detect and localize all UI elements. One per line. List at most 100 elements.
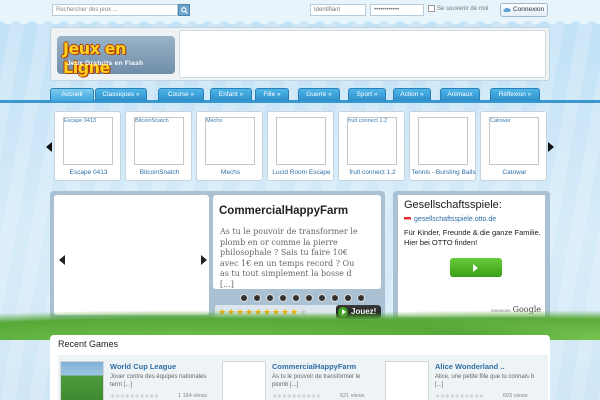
- ad-title[interactable]: Gesellschaftsspiele:: [404, 199, 502, 211]
- ad-box: Gesellschaftsspiele: gesellschaftsspiele…: [393, 191, 550, 321]
- nav-item-enfant[interactable]: Enfant »: [210, 88, 252, 101]
- carousel-prev-arrow-icon[interactable]: [46, 142, 52, 152]
- recent-game-item: CommercialHappyFarm As tu le pouvoir de …: [220, 357, 380, 400]
- game-thumbnail[interactable]: [347, 117, 397, 165]
- slider-prev-arrow-icon[interactable]: [59, 255, 65, 265]
- featured-slider: CommercialHappyFarm As tu le pouvoir de …: [50, 191, 385, 321]
- game-card[interactable]: fruit connect 1.2 fruit connect 1.2: [338, 111, 405, 181]
- slider-dot[interactable]: [292, 294, 300, 302]
- game-thumb-label: Escape 0413: [64, 118, 97, 124]
- game-card[interactable]: Lucid Room Escape: [267, 111, 334, 181]
- game-card[interactable]: Catowar Catowar: [480, 111, 547, 181]
- recent-game-thumbnail[interactable]: [385, 361, 429, 400]
- nav-item-classiques[interactable]: Classiques »: [95, 88, 147, 101]
- site-logo[interactable]: Jeux en Ligne Jeux Gratuits en Flash: [57, 36, 175, 77]
- nav-item-reflexion[interactable]: Réflexion »: [490, 88, 540, 101]
- game-thumbnail[interactable]: [134, 117, 184, 165]
- game-name-link[interactable]: Lucid Room Escape: [268, 169, 335, 176]
- recent-game-desc: Jouer contre des équipes nationales term…: [110, 374, 207, 388]
- nav-item-course[interactable]: Course »: [158, 88, 204, 101]
- header-banner-ad: [179, 30, 546, 78]
- game-thumbnail[interactable]: [418, 117, 468, 165]
- ad-url[interactable]: gesellschaftsspiele.otto.de: [404, 216, 496, 223]
- recent-game-name[interactable]: Alice Wonderland ..: [435, 362, 504, 371]
- featured-text-panel: CommercialHappyFarm As tu le pouvoir de …: [213, 195, 381, 289]
- recent-game-desc: Alice, une petite fille que tu connais b…: [435, 374, 535, 388]
- game-card[interactable]: Escape 0413 Escape 0413: [54, 111, 121, 181]
- game-thumb-label: BitcoinSnatch: [135, 118, 169, 124]
- cloud-icon: [503, 7, 511, 12]
- logo-title: Jeux en Ligne: [63, 39, 126, 77]
- recent-game-rating[interactable]: ★★★★★★★★★★: [272, 393, 321, 400]
- recent-games-title: Recent Games: [58, 339, 119, 349]
- ad-url-text: gesellschaftsspiele.otto.de: [414, 216, 497, 223]
- nav-item-guerre[interactable]: Guerre »: [298, 88, 340, 101]
- recent-game-views: 1 184 views: [178, 393, 208, 399]
- game-thumb-label: fruit connect 1.2: [348, 118, 388, 124]
- featured-image[interactable]: [54, 195, 209, 315]
- recent-game-rating[interactable]: ★★★★★★★★★★: [110, 393, 159, 400]
- ad-go-button[interactable]: [450, 258, 502, 277]
- recent-game-rating[interactable]: ★★★★★★★★★★: [435, 393, 484, 400]
- slider-dot[interactable]: [318, 294, 326, 302]
- logo-subtitle: Jeux Gratuits en Flash: [67, 60, 144, 67]
- search-input[interactable]: Rechercher des jeux ...: [52, 4, 178, 16]
- username-field[interactable]: Identifiant: [310, 4, 366, 16]
- recent-game-name[interactable]: CommercialHappyFarm: [272, 362, 356, 371]
- remember-checkbox[interactable]: [428, 5, 435, 12]
- recent-game-views: 621 views: [340, 393, 365, 399]
- slider-dot[interactable]: [331, 294, 339, 302]
- recent-game-views: 603 views: [503, 393, 528, 399]
- game-name-link[interactable]: Catowar: [481, 169, 548, 176]
- nav-item-accueil[interactable]: Accueil: [50, 88, 94, 101]
- recent-games-section: Recent Games World Cup League Jouer cont…: [50, 335, 550, 400]
- game-name-link[interactable]: fruit connect 1.2: [339, 169, 406, 176]
- ad-content[interactable]: Gesellschaftsspiele: gesellschaftsspiele…: [398, 195, 545, 317]
- search-icon: [181, 7, 188, 14]
- nav-item-fille[interactable]: Fille »: [255, 88, 289, 101]
- recent-game-item: World Cup League Jouer contre des équipe…: [58, 357, 218, 400]
- site-header: Jeux en Ligne Jeux Gratuits en Flash: [50, 27, 550, 81]
- game-card[interactable]: Mechs Mechs: [196, 111, 263, 181]
- game-card[interactable]: Tennis - Bursting Balls: [409, 111, 476, 181]
- slider-dot[interactable]: [344, 294, 352, 302]
- recent-game-thumbnail[interactable]: [222, 361, 266, 400]
- featured-description: As tu le pouvoir de transformer le plomb…: [220, 227, 358, 289]
- connect-button[interactable]: Connexion: [500, 3, 548, 17]
- ad-body: Für Kinder, Freunde & die ganze Familie.…: [404, 228, 541, 247]
- slider-next-arrow-icon[interactable]: [201, 255, 207, 265]
- connect-label: Connexion: [513, 6, 545, 13]
- slider-dot[interactable]: [279, 294, 287, 302]
- recent-game-name[interactable]: World Cup League: [110, 362, 176, 371]
- game-name-link[interactable]: Mechs: [197, 169, 264, 176]
- carousel-next-arrow-icon[interactable]: [548, 142, 554, 152]
- flag-icon: [404, 216, 411, 222]
- recent-games-row: World Cup League Jouer contre des équipe…: [58, 355, 548, 400]
- game-name-link[interactable]: Escape 0413: [55, 169, 122, 176]
- main-nav: Accueil Classiques » Course » Enfant » F…: [0, 88, 600, 103]
- game-thumb-label: Catowar: [490, 118, 511, 124]
- nav-item-action[interactable]: Action »: [393, 88, 431, 101]
- recent-game-thumbnail[interactable]: [60, 361, 104, 400]
- password-field[interactable]: ••••••••••••: [370, 4, 424, 16]
- game-name-link[interactable]: BitcoinSnatch: [126, 169, 193, 176]
- game-thumbnail[interactable]: [63, 117, 113, 165]
- search-button[interactable]: [178, 4, 190, 16]
- slider-dot[interactable]: [240, 294, 248, 302]
- game-thumbnail[interactable]: [205, 117, 255, 165]
- recent-game-item: Alice Wonderland .. Alice, une petite fi…: [383, 357, 543, 400]
- game-thumbnail[interactable]: [276, 117, 326, 165]
- slider-dot[interactable]: [266, 294, 274, 302]
- remember-me[interactable]: Se souvenir de moi: [428, 5, 488, 12]
- featured-title[interactable]: CommercialHappyFarm: [219, 205, 348, 217]
- game-thumbnail[interactable]: [489, 117, 539, 165]
- game-card[interactable]: BitcoinSnatch BitcoinSnatch: [125, 111, 192, 181]
- slider-dot[interactable]: [253, 294, 261, 302]
- game-name-link[interactable]: Tennis - Bursting Balls: [410, 169, 477, 176]
- games-carousel: Escape 0413 Escape 0413 BitcoinSnatch Bi…: [46, 109, 554, 185]
- slider-dot[interactable]: [357, 294, 365, 302]
- slider-dots: [240, 294, 380, 302]
- slider-dot[interactable]: [305, 294, 313, 302]
- nav-item-sport[interactable]: Sport »: [348, 88, 386, 101]
- nav-item-animaux[interactable]: Animaux: [440, 88, 480, 101]
